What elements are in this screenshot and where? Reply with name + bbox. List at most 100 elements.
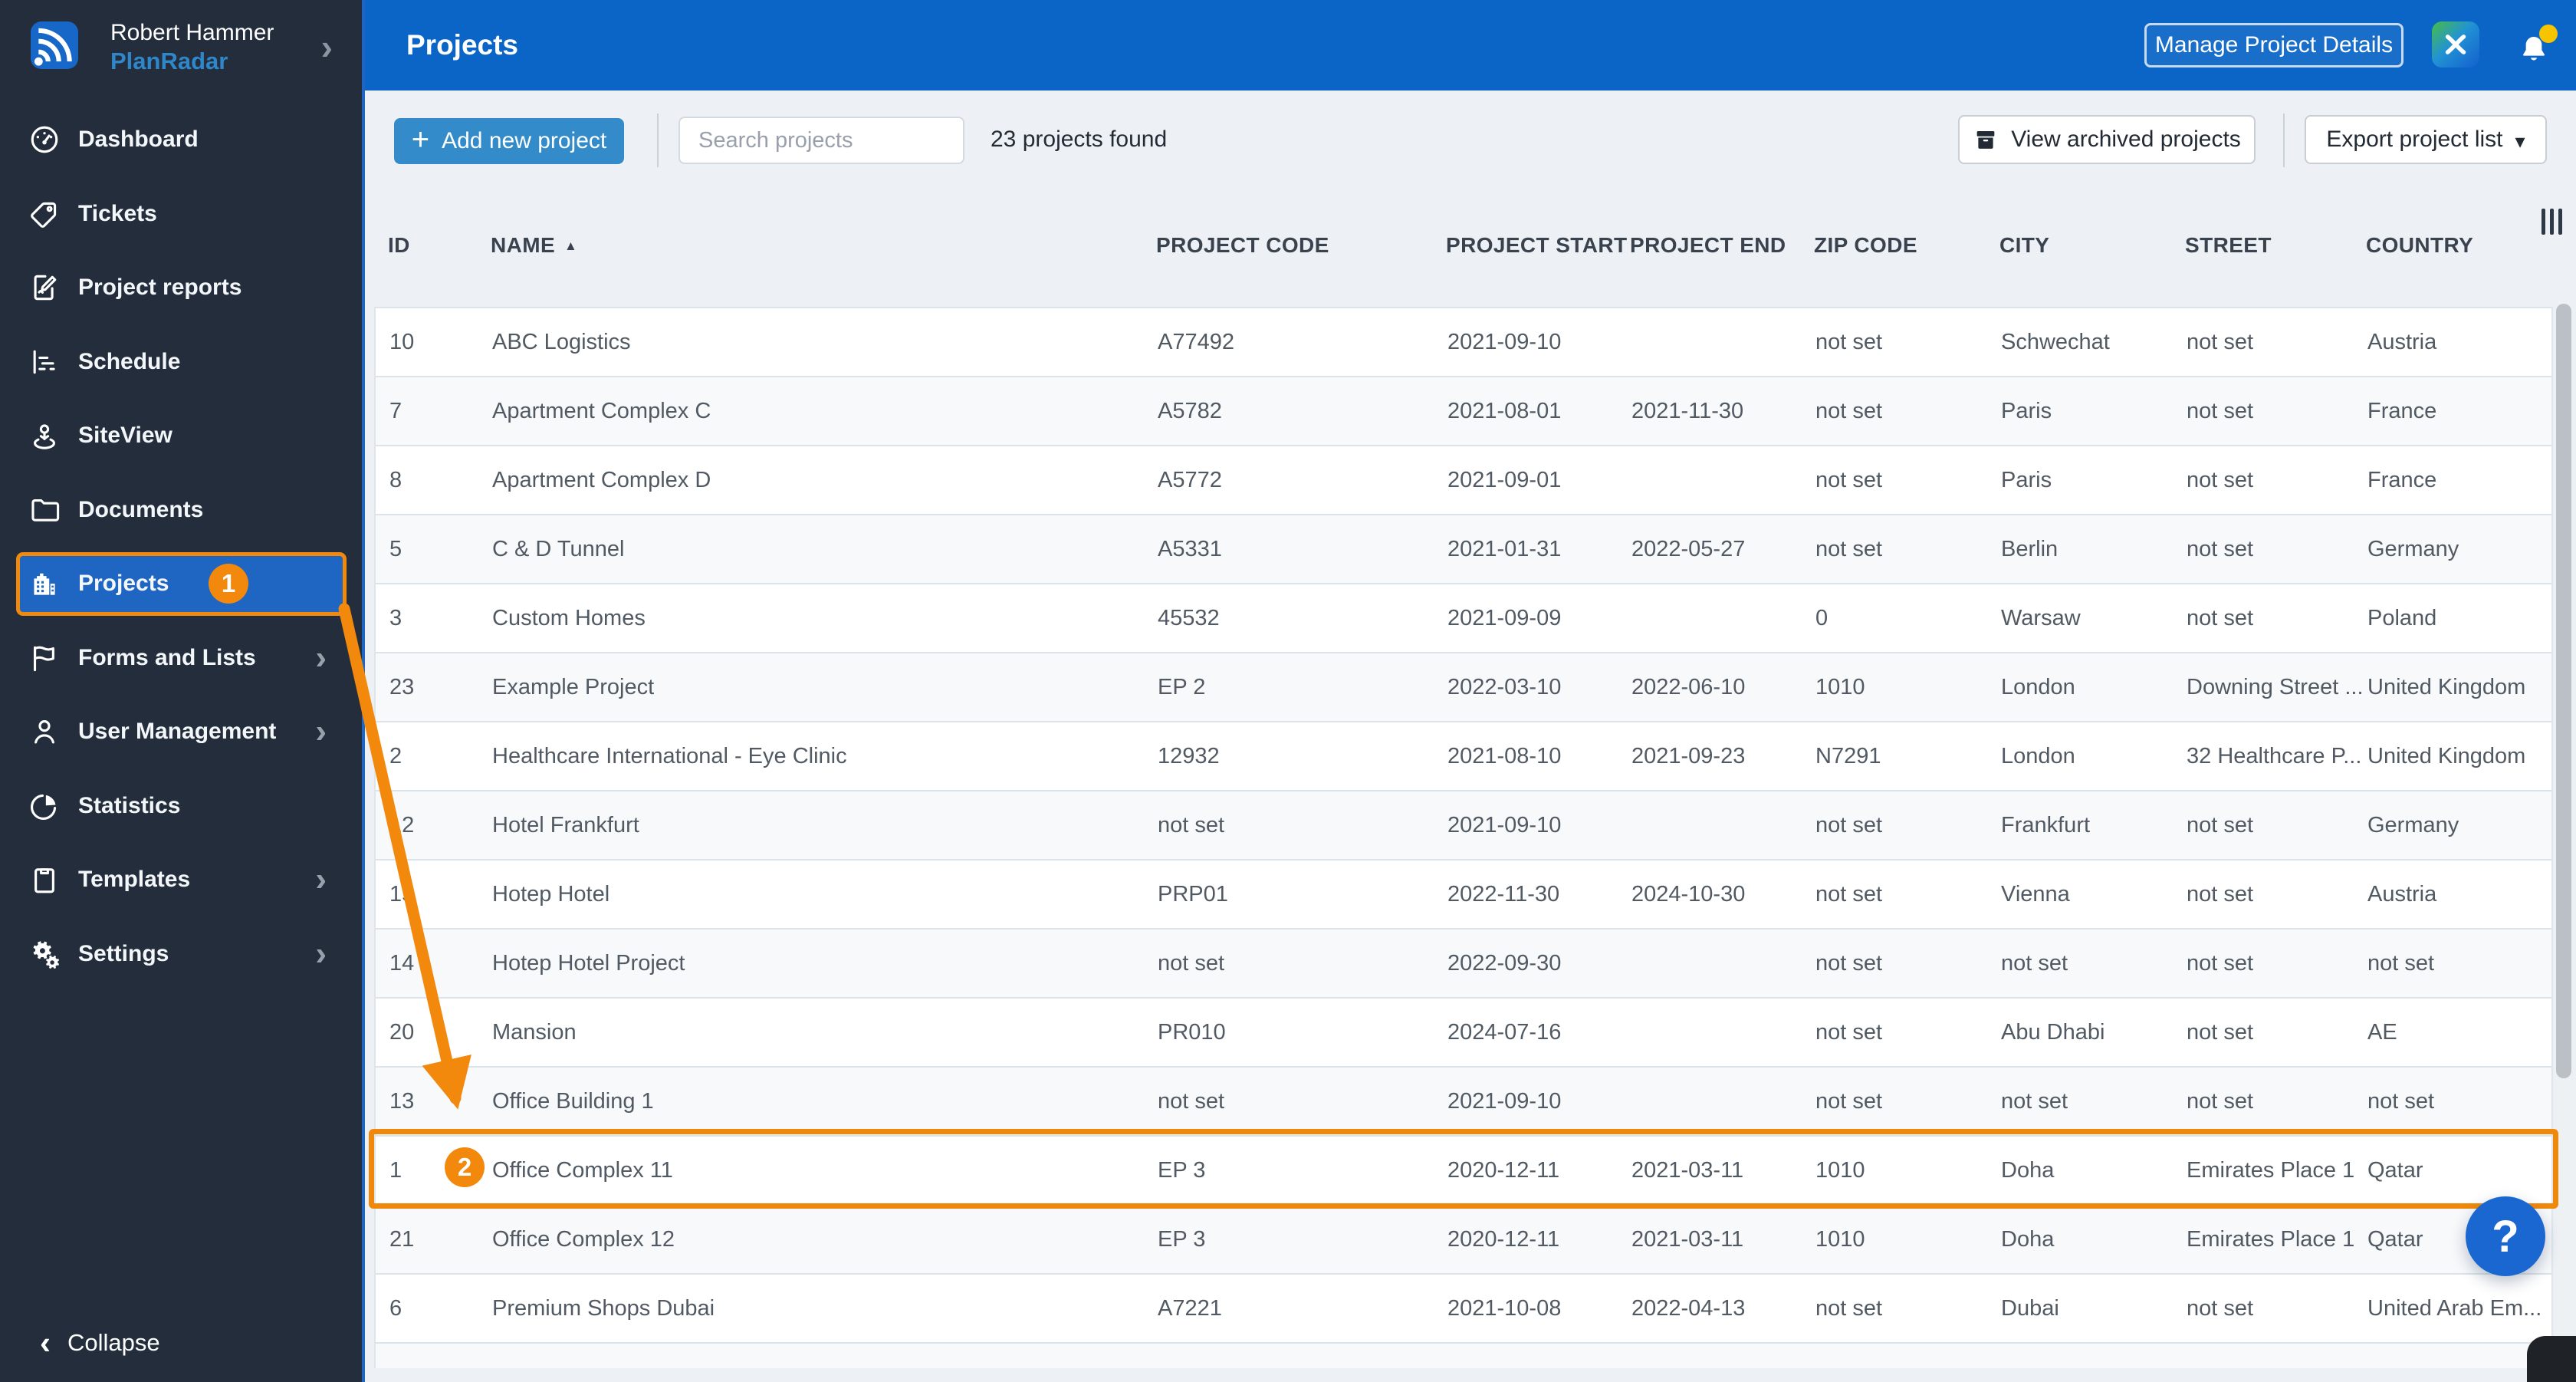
siteview-icon bbox=[28, 419, 61, 452]
sidebar-item-label: Documents bbox=[78, 496, 204, 522]
cell-end: 2021-11-30 bbox=[1631, 398, 1744, 423]
cell-country: Qatar bbox=[2367, 1157, 2423, 1183]
column-header-country[interactable]: COUNTRY bbox=[2366, 233, 2553, 258]
cell-code: not set bbox=[1158, 950, 1225, 976]
column-settings-icon[interactable] bbox=[2542, 209, 2562, 235]
collapse-label: Collapse bbox=[67, 1329, 160, 1356]
column-header-code[interactable]: PROJECT CODE bbox=[1156, 233, 1446, 258]
view-archived-projects-button[interactable]: View archived projects bbox=[1958, 115, 2256, 164]
table-row[interactable]: 10 ABC Logistics A77492 2021-09-10 not set Sc… bbox=[376, 307, 2551, 376]
cell-country: Austria bbox=[2367, 329, 2437, 354]
cell-street: not set bbox=[2187, 467, 2254, 492]
table-row[interactable]: 3 Custom Homes 45532 2021-09-09 0 Warsaw not s… bbox=[376, 583, 2551, 652]
settings-icon bbox=[28, 937, 61, 971]
corner-widget[interactable] bbox=[2527, 1336, 2576, 1382]
cell-name: Apartment Complex D bbox=[492, 467, 711, 492]
help-button[interactable]: ? bbox=[2466, 1196, 2545, 1276]
sidebar-nav: Dashboard Tickets Project reports Schedule S… bbox=[0, 103, 362, 991]
table-row[interactable]: 14 Hotep Hotel Project not set 2022-09-30 no… bbox=[376, 928, 2551, 997]
cell-zip: not set bbox=[1815, 536, 1883, 561]
cell-street: not set bbox=[2187, 1019, 2254, 1045]
scrollbar-thumb[interactable] bbox=[2556, 304, 2571, 1078]
cell-city: London bbox=[2001, 743, 2075, 768]
cell-name: Office Building 1 bbox=[492, 1088, 654, 1114]
cell-end: 2022-04-13 bbox=[1631, 1295, 1746, 1321]
column-header-end[interactable]: PROJECT END bbox=[1630, 233, 1814, 258]
cell-start: 2024-07-16 bbox=[1447, 1019, 1562, 1045]
cell-id: 8 bbox=[389, 467, 402, 492]
column-header-id[interactable]: ID bbox=[388, 233, 491, 258]
cell-city: not set bbox=[2001, 950, 2068, 976]
brand-name: PlanRadar bbox=[110, 48, 228, 74]
collapse-button[interactable]: ‹ Collapse bbox=[40, 1324, 160, 1361]
column-header-name[interactable]: NAME ▲ bbox=[491, 233, 1156, 258]
cell-name: Mansion bbox=[492, 1019, 577, 1045]
cell-code: not set bbox=[1158, 1088, 1225, 1114]
table-row[interactable]: 20 Mansion PR010 2024-07-16 not set Abu Dhabi… bbox=[376, 997, 2551, 1066]
table-row[interactable]: 1 Office Complex 11 EP 3 2020-12-11 2021-03-… bbox=[376, 1135, 2551, 1204]
cell-zip: 0 bbox=[1815, 605, 1829, 630]
column-header-start[interactable]: PROJECT START bbox=[1446, 233, 1630, 258]
table-row[interactable]: 21 Office Complex 12 EP 3 2020-12-11 2021-03… bbox=[376, 1204, 2551, 1273]
sidebar-item-project-reports[interactable]: Project reports bbox=[0, 251, 362, 325]
sidebar-item-siteview[interactable]: SiteView bbox=[0, 399, 362, 473]
sidebar-item-label: Tickets bbox=[78, 200, 157, 226]
manage-project-details-button[interactable]: Manage Project Details bbox=[2144, 23, 2404, 67]
view-archived-label: View archived projects bbox=[2011, 127, 2241, 152]
cell-id: 15 bbox=[389, 881, 415, 907]
cell-end: 2021-03-11 bbox=[1631, 1226, 1744, 1252]
table-row[interactable]: 8 Apartment Complex D A5772 2021-09-01 not s… bbox=[376, 445, 2551, 514]
table-row[interactable]: 6 Premium Shops Dubai A7221 2021-10-08 2022-… bbox=[376, 1273, 2551, 1342]
sidebar-item-forms-and-lists[interactable]: Forms and Lists › bbox=[0, 621, 362, 696]
cell-name: Example Project bbox=[492, 674, 655, 699]
cell-city: Warsaw bbox=[2001, 605, 2081, 630]
table-row[interactable]: 15 Hotep Hotel PRP01 2022-11-30 2024-10-30 no… bbox=[376, 859, 2551, 928]
planradar-connect-icon[interactable] bbox=[2432, 21, 2479, 67]
sidebar-item-schedule[interactable]: Schedule bbox=[0, 325, 362, 400]
column-header-city[interactable]: CITY bbox=[1999, 233, 2185, 258]
sidebar-item-statistics[interactable]: Statistics bbox=[0, 769, 362, 844]
column-header-zip[interactable]: ZIP CODE bbox=[1814, 233, 1999, 258]
sidebar-item-templates[interactable]: Templates › bbox=[0, 843, 362, 917]
sidebar-item-settings[interactable]: Settings › bbox=[0, 917, 362, 992]
table-row-partial bbox=[374, 1342, 2553, 1368]
user-name: Robert Hammer bbox=[110, 20, 274, 45]
main-content: Projects Manage Project Details + Add ne… bbox=[365, 0, 2576, 1382]
sidebar-item-tickets[interactable]: Tickets bbox=[0, 177, 362, 252]
sidebar-item-projects[interactable]: Projects 1 bbox=[0, 547, 362, 621]
add-new-project-button[interactable]: + Add new project bbox=[394, 118, 624, 164]
sidebar-item-dashboard[interactable]: Dashboard bbox=[0, 103, 362, 177]
cell-name: Office Complex 12 bbox=[492, 1226, 675, 1252]
cell-name: Hotep Hotel Project bbox=[492, 950, 685, 976]
account-switcher[interactable]: Robert Hammer PlanRadar › bbox=[0, 0, 362, 92]
cell-city: Paris bbox=[2001, 398, 2052, 423]
table-row[interactable]: 2 Healthcare International - Eye Clinic 12… bbox=[376, 721, 2551, 790]
cell-city: Vienna bbox=[2001, 881, 2070, 907]
cell-code: A5331 bbox=[1158, 536, 1222, 561]
notifications-bell-icon[interactable] bbox=[2516, 25, 2558, 67]
cell-code: PRP01 bbox=[1158, 881, 1228, 907]
table-row[interactable]: 5 C & D Tunnel A5331 2021-01-31 2022-05-27 no… bbox=[376, 514, 2551, 583]
project-reports-icon bbox=[28, 271, 61, 304]
cell-end: 2024-10-30 bbox=[1631, 881, 1746, 907]
cell-street: not set bbox=[2187, 536, 2254, 561]
table-row[interactable]: 13 Office Building 1 not set 2021-09-10 not … bbox=[376, 1066, 2551, 1135]
cell-id: 21 bbox=[389, 1226, 415, 1252]
table-row[interactable]: 7 Apartment Complex C A5782 2021-08-01 2021-… bbox=[376, 376, 2551, 445]
cell-name: Hotep Hotel bbox=[492, 881, 610, 907]
sidebar-item-user-management[interactable]: User Management › bbox=[0, 695, 362, 769]
cell-start: 2021-09-09 bbox=[1447, 605, 1562, 630]
caret-down-icon: ▾ bbox=[2515, 129, 2525, 153]
sidebar-item-documents[interactable]: Documents bbox=[0, 473, 362, 548]
tickets-icon bbox=[28, 197, 61, 231]
sidebar-item-label: Templates bbox=[78, 867, 191, 893]
cell-zip: not set bbox=[1815, 812, 1883, 837]
column-header-street[interactable]: STREET bbox=[2185, 233, 2366, 258]
table-row[interactable]: 12 Hotel Frankfurt not set 2021-09-10 not se… bbox=[376, 790, 2551, 859]
cell-street: not set bbox=[2187, 812, 2254, 837]
export-project-list-button[interactable]: Export project list ▾ bbox=[2305, 115, 2547, 164]
table-row[interactable]: 23 Example Project EP 2 2022-03-10 2022-06-1… bbox=[376, 652, 2551, 721]
search-input[interactable] bbox=[678, 117, 964, 164]
projects-table: 10 ABC Logistics A77492 2021-09-10 not set Sc… bbox=[374, 307, 2553, 1342]
cell-id: 23 bbox=[389, 674, 415, 699]
